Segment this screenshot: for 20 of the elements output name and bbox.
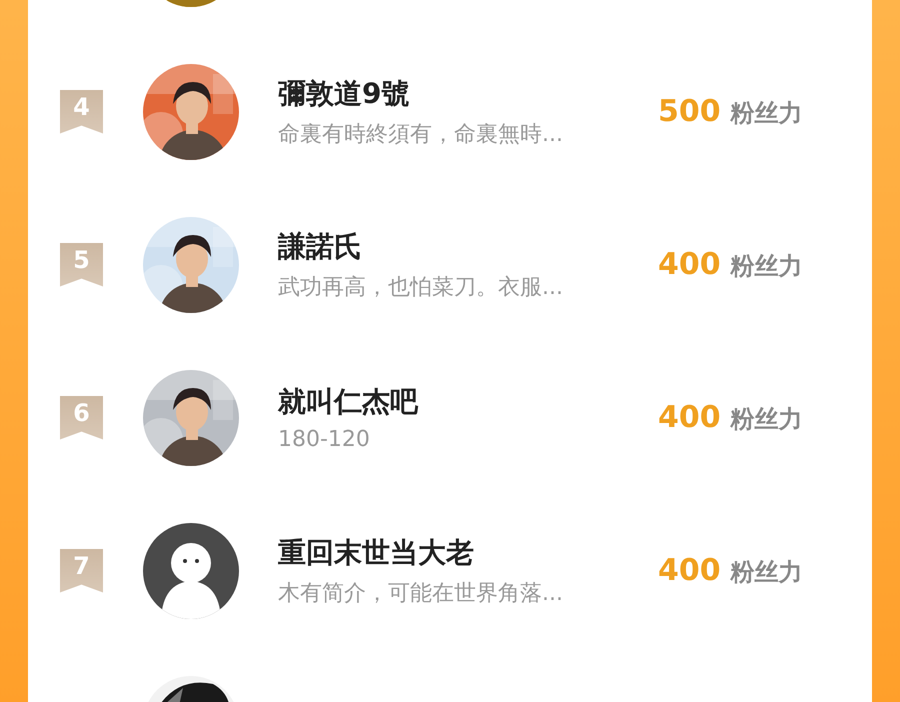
- score-unit: 粉丝力: [730, 557, 803, 588]
- user-bio: 武功再高，也怕菜刀。衣服...: [278, 274, 564, 302]
- user-name: 彌敦道9號: [278, 76, 410, 112]
- fan-score: 500: [658, 94, 721, 129]
- fan-score: 400: [658, 553, 721, 588]
- rank-ribbon: 5: [60, 242, 103, 286]
- user-bio: 180-120: [278, 427, 371, 452]
- user-name: 就叫仁杰吧: [278, 384, 420, 420]
- user-name: 重回末世当大老: [278, 534, 475, 570]
- score-unit: 粉丝力: [730, 98, 803, 129]
- score-unit: 粉丝力: [730, 404, 803, 435]
- user-name: 謙諾氏: [278, 228, 363, 264]
- score-unit: 粉丝力: [730, 251, 803, 282]
- fan-score: 400: [658, 247, 721, 282]
- rank-ribbon: 7: [60, 548, 103, 592]
- fan-score: 400: [658, 400, 721, 435]
- rank-ribbon: 6: [60, 396, 103, 440]
- rank-ribbon: 4: [60, 90, 103, 134]
- user-bio: 木有简介，可能在世界角落...: [278, 580, 564, 608]
- user-bio: 命裏有時終須有，命裏無時...: [278, 120, 564, 148]
